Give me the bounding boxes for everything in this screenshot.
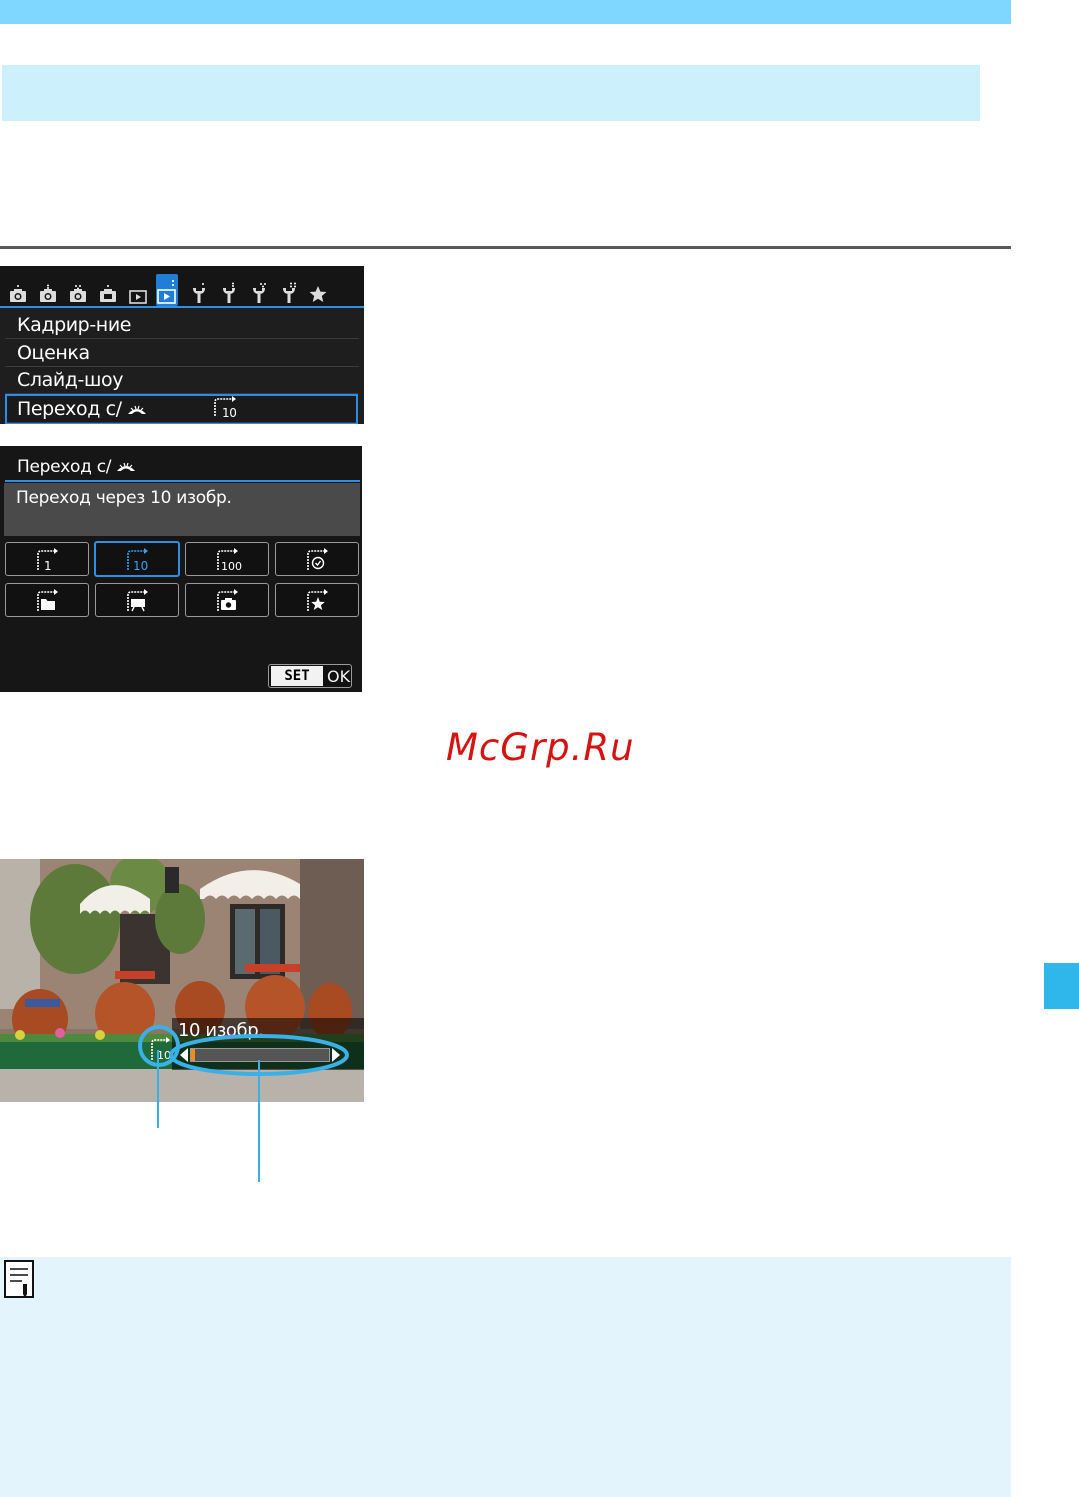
jump-date-icon [307, 548, 328, 570]
jump-movie-icon [127, 589, 148, 612]
my-menu-star-icon[interactable] [307, 278, 329, 304]
playback-2-icon[interactable] [156, 274, 178, 306]
jump-option-label: 1 [44, 559, 52, 572]
main-dial-icon [117, 462, 136, 471]
chapter-side-tab [1044, 963, 1079, 1009]
menu-item-slideshow[interactable]: Слайд-шоу [5, 367, 359, 394]
setup-3-icon[interactable] [248, 278, 270, 304]
camera-3-icon[interactable] [67, 278, 89, 304]
jump-option-label: 10 [133, 559, 148, 572]
menu-item-label: Слайд-шоу [17, 369, 124, 391]
menu-item-rating[interactable]: Оценка [5, 340, 359, 367]
jump-description: Переход через 10 изобр. [16, 488, 232, 508]
top-color-band [0, 0, 1011, 24]
jump-1-button[interactable]: 1 [5, 542, 89, 576]
camera-2-icon[interactable] [37, 278, 59, 304]
jump-description-box: Переход через 10 изобр. [4, 483, 360, 536]
jump-movie-button[interactable] [95, 583, 179, 617]
jump-stills-button[interactable] [185, 583, 269, 617]
setup-1-icon[interactable] [188, 278, 210, 304]
playback-1-icon[interactable] [127, 278, 149, 304]
setup-2-icon[interactable] [218, 278, 240, 304]
menu-tab-bar [0, 266, 364, 308]
jump-100-button[interactable]: 100 [185, 542, 269, 576]
jump-option-label: 100 [221, 560, 242, 572]
jump-screen-title-text: Переход с/ [17, 457, 117, 477]
menu-item-image-jump[interactable]: Переход с/ 10 [5, 394, 358, 424]
jump-value-text: 10 [222, 406, 236, 418]
horizontal-rule [0, 246, 1011, 249]
memo-icon [4, 1260, 36, 1304]
menu-item-label: Переход с/ [17, 398, 128, 420]
image-jump-screen: Переход с/ Переход через 10 изобр. 1 10 … [0, 446, 362, 692]
jump-rating-icon [307, 589, 328, 611]
main-dial-icon [128, 405, 147, 414]
jump-screen-title: Переход с/ [5, 452, 360, 482]
callout-highlights [138, 1025, 349, 1076]
camera-4-icon[interactable] [97, 278, 119, 304]
set-ok-button[interactable]: SET OK [268, 664, 352, 688]
menu-item-label: Оценка [17, 342, 90, 364]
jump-date-button[interactable] [275, 542, 359, 576]
playback-menu-screen: Кадрир-ние Оценка Слайд-шоу Переход с/ 1… [0, 266, 364, 424]
jump-folder-icon [37, 589, 58, 611]
setup-4-icon[interactable] [278, 278, 300, 304]
jump-100-icon: 100 [217, 548, 242, 572]
menu-item-label: Кадрир-ние [17, 314, 132, 336]
note-box [0, 1257, 1011, 1497]
section-header-band [2, 65, 980, 121]
jump-10-button[interactable]: 10 [94, 541, 180, 577]
jump-1-icon: 1 [37, 548, 58, 572]
jump-10-icon: 10 [127, 548, 148, 572]
watermark: McGrp.Ru [446, 726, 635, 769]
jump-rating-button[interactable] [275, 583, 359, 617]
jump-stills-icon [217, 589, 238, 611]
jump-10-value: 10 [212, 396, 238, 424]
jump-folder-button[interactable] [5, 583, 89, 617]
set-label: SET [271, 666, 323, 686]
camera-1-icon[interactable] [7, 278, 29, 304]
ok-label: OK [327, 666, 351, 686]
callout-line-progress [258, 1060, 260, 1182]
callout-line-icon [157, 1050, 159, 1128]
menu-item-crop[interactable]: Кадрир-ние [5, 312, 359, 339]
